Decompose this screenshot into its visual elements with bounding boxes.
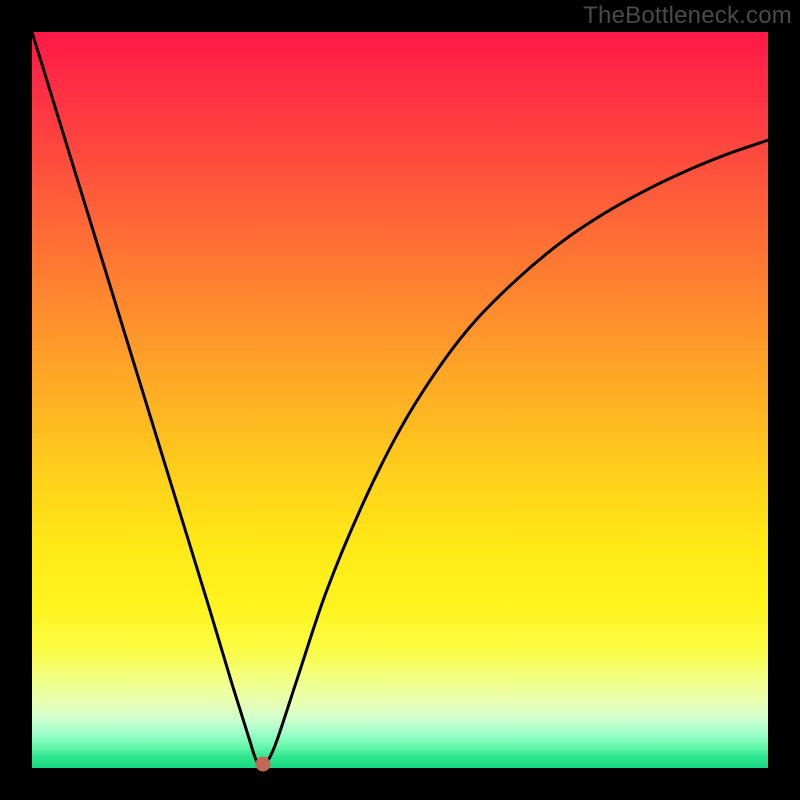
watermark-text: TheBottleneck.com bbox=[583, 2, 792, 30]
curve-svg bbox=[32, 32, 768, 768]
optimum-marker bbox=[256, 757, 271, 772]
chart-container: TheBottleneck.com bbox=[0, 0, 800, 800]
curve-path bbox=[32, 32, 768, 765]
